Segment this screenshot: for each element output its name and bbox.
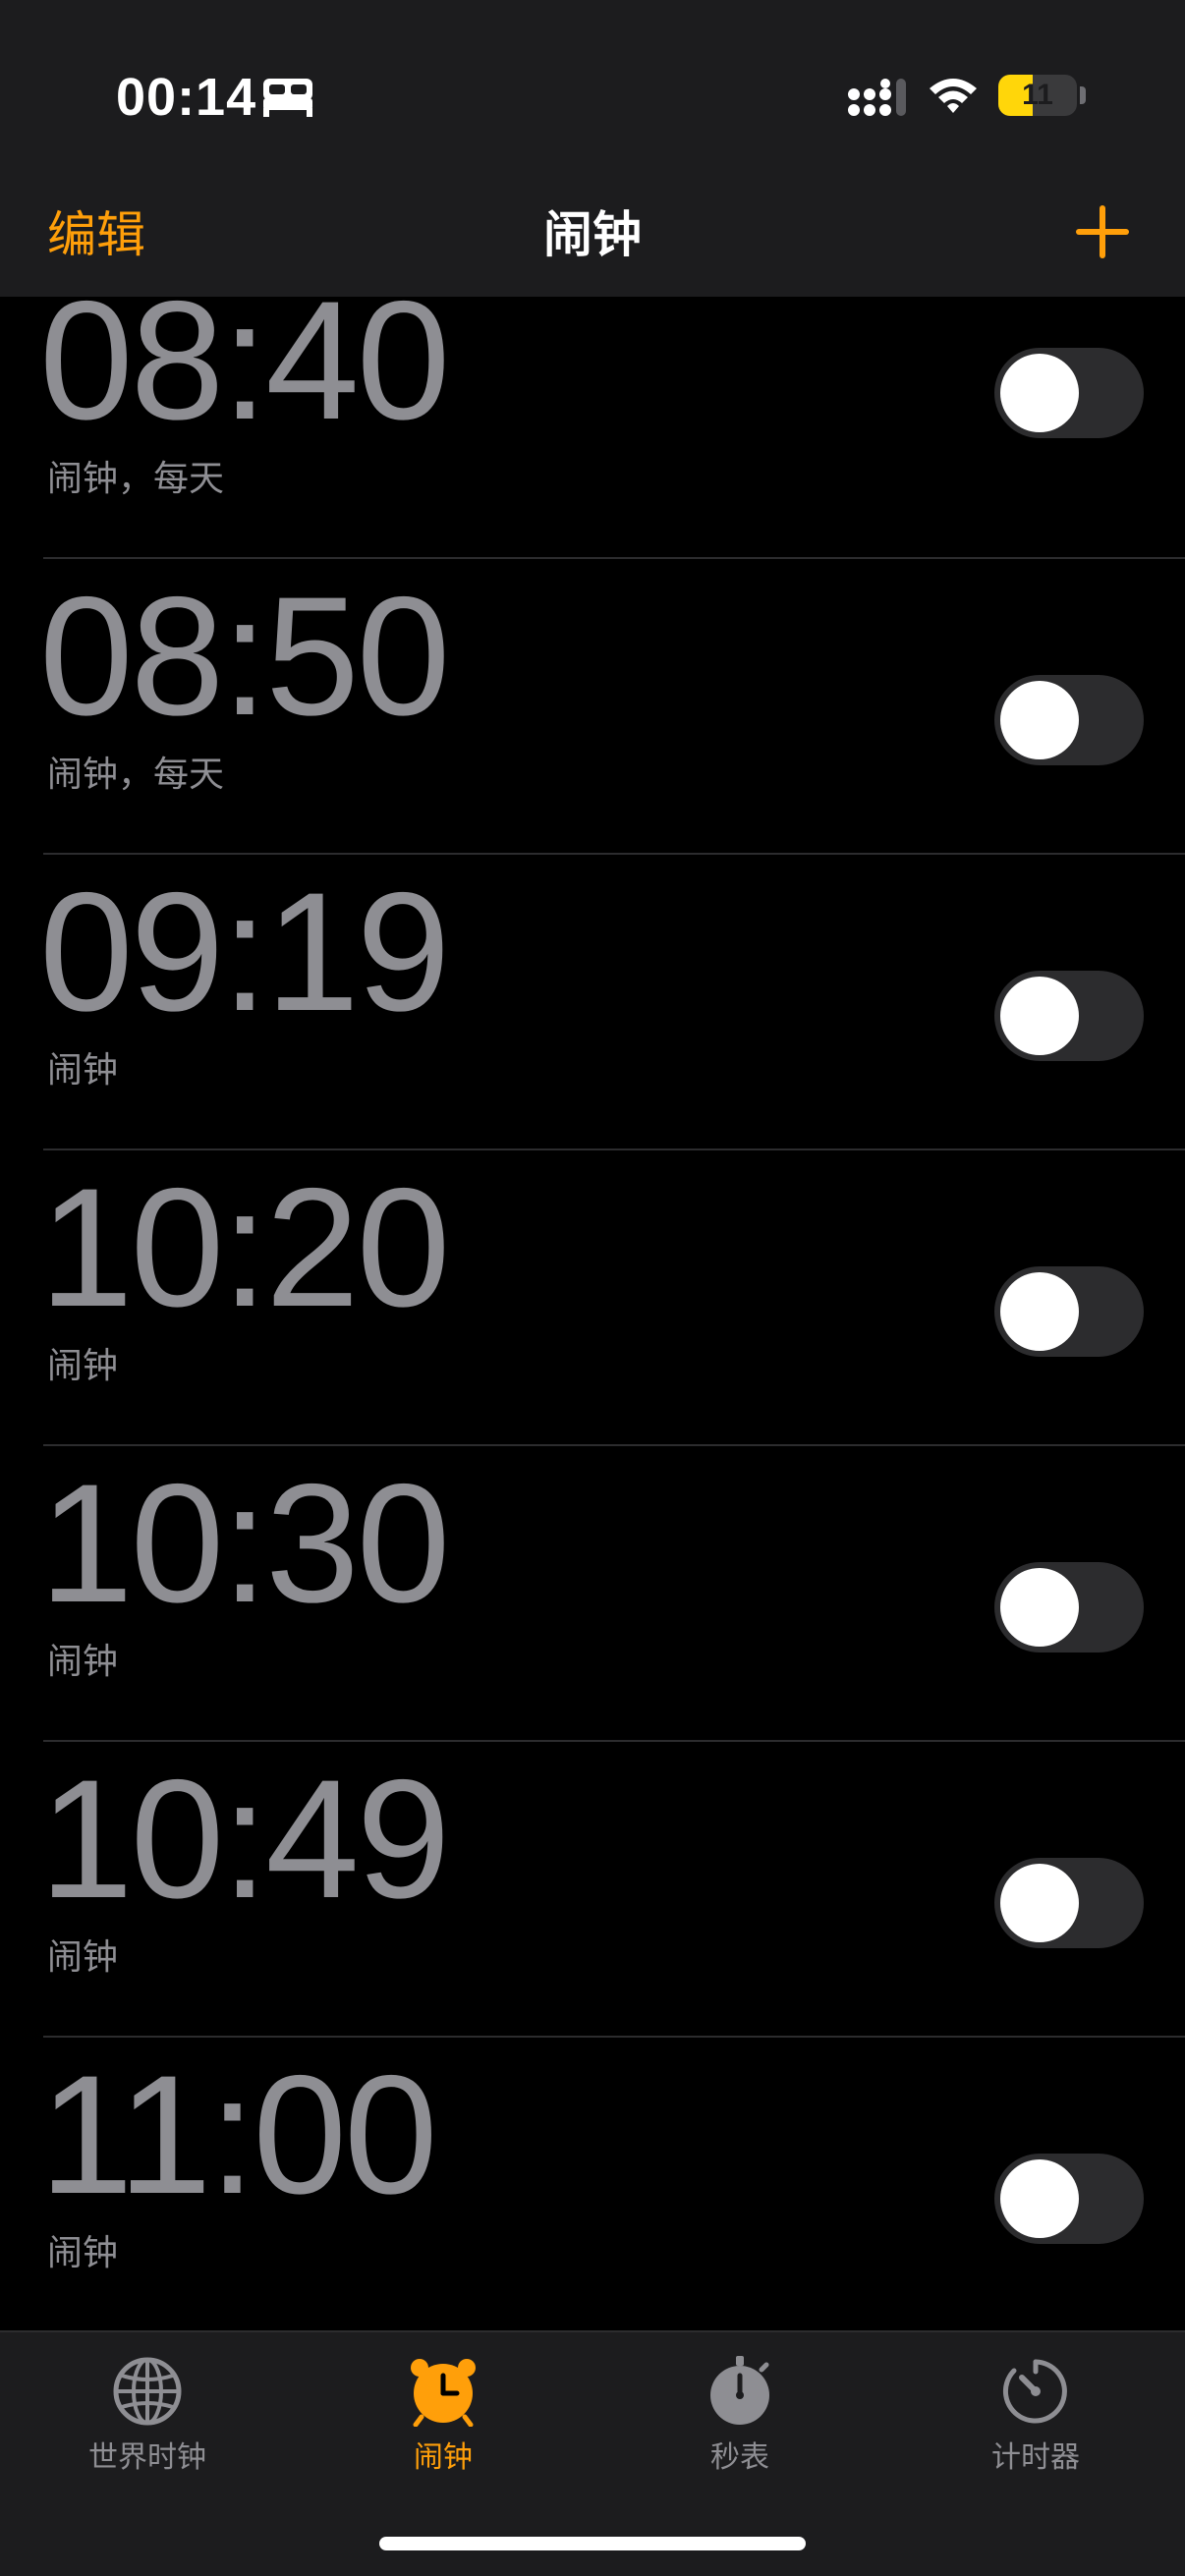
tab-world-clock[interactable]: 世界时钟	[29, 2332, 265, 2490]
alarm-label: 闹钟，每天	[47, 459, 225, 499]
toggle-knob	[1000, 681, 1079, 759]
alarm-clock-icon	[411, 2359, 476, 2427]
tab-label: 闹钟	[414, 2440, 473, 2475]
alarm-row[interactable]: 08:40 闹钟，每天	[0, 297, 1185, 559]
alarm-label: 闹钟	[47, 1050, 119, 1091]
toggle-knob	[1000, 977, 1079, 1055]
tab-timer[interactable]: 计时器	[918, 2332, 1154, 2490]
alarm-row[interactable]: 10:30 闹钟	[0, 1446, 1185, 1742]
alarm-toggle[interactable]	[994, 348, 1144, 438]
tab-alarm[interactable]: 闹钟	[325, 2332, 561, 2490]
home-indicator[interactable]	[379, 2537, 806, 2550]
alarm-label: 闹钟	[47, 1346, 119, 1386]
alarm-toggle[interactable]	[994, 1858, 1144, 1948]
alarm-label: 闹钟，每天	[47, 755, 225, 795]
alarm-row[interactable]: 10:20 闹钟	[0, 1150, 1185, 1446]
battery-icon: 11	[998, 75, 1077, 116]
plus-icon[interactable]	[1073, 202, 1132, 261]
alarm-label: 闹钟	[47, 1642, 119, 1682]
globe-icon	[113, 2357, 182, 2426]
alarm-toggle[interactable]	[994, 675, 1144, 765]
tab-label: 计时器	[991, 2440, 1080, 2475]
alarm-toggle[interactable]	[994, 2154, 1144, 2244]
wifi-icon	[930, 79, 977, 113]
signal-icon	[848, 79, 906, 116]
toggle-knob	[1000, 2159, 1079, 2238]
tab-label: 世界时钟	[88, 2440, 206, 2475]
alarm-time: 10:30	[39, 1449, 450, 1638]
alarm-time: 08:40	[39, 297, 450, 455]
alarm-row[interactable]: 11:00 闹钟	[0, 2038, 1185, 2330]
status-bar: 00:14 11	[0, 0, 1185, 177]
navigation-bar: 闹钟 编辑	[0, 177, 1185, 297]
stopwatch-icon	[710, 2356, 769, 2425]
alarm-label: 闹钟	[47, 1937, 119, 1978]
alarm-time: 11:00	[39, 2041, 438, 2229]
bed-icon	[263, 79, 312, 117]
toggle-knob	[1000, 1568, 1079, 1647]
tab-stopwatch[interactable]: 秒表	[622, 2332, 858, 2490]
battery-cap	[1080, 86, 1086, 104]
alarm-list: 08:40 闹钟，每天 08:50 闹钟，每天 09:19 闹钟 10:20 闹…	[0, 297, 1185, 2330]
alarm-label: 闹钟	[47, 2233, 119, 2273]
clock-app-screen: 00:14 11 闹钟 编辑 08:40 闹钟，每天 08:50 闹钟，每天 0…	[0, 0, 1185, 2576]
alarm-toggle[interactable]	[994, 1562, 1144, 1652]
alarm-row[interactable]: 09:19 闹钟	[0, 855, 1185, 1150]
alarm-row[interactable]: 08:50 闹钟，每天	[0, 559, 1185, 855]
timer-icon	[1002, 2359, 1067, 2424]
toggle-knob	[1000, 354, 1079, 432]
battery-percentage: 11	[1022, 79, 1053, 111]
edit-button[interactable]: 编辑	[47, 200, 145, 269]
alarm-time: 08:50	[39, 562, 450, 751]
status-time: 00:14	[116, 68, 257, 127]
page-title: 闹钟	[543, 206, 642, 263]
alarm-time: 10:49	[39, 1745, 450, 1933]
alarm-toggle[interactable]	[994, 971, 1144, 1061]
alarm-time: 09:19	[39, 858, 450, 1046]
toggle-knob	[1000, 1272, 1079, 1351]
alarm-row[interactable]: 10:49 闹钟	[0, 1742, 1185, 2038]
alarm-toggle[interactable]	[994, 1266, 1144, 1357]
tab-label: 秒表	[710, 2440, 769, 2475]
toggle-knob	[1000, 1864, 1079, 1942]
alarm-time: 10:20	[39, 1153, 450, 1342]
